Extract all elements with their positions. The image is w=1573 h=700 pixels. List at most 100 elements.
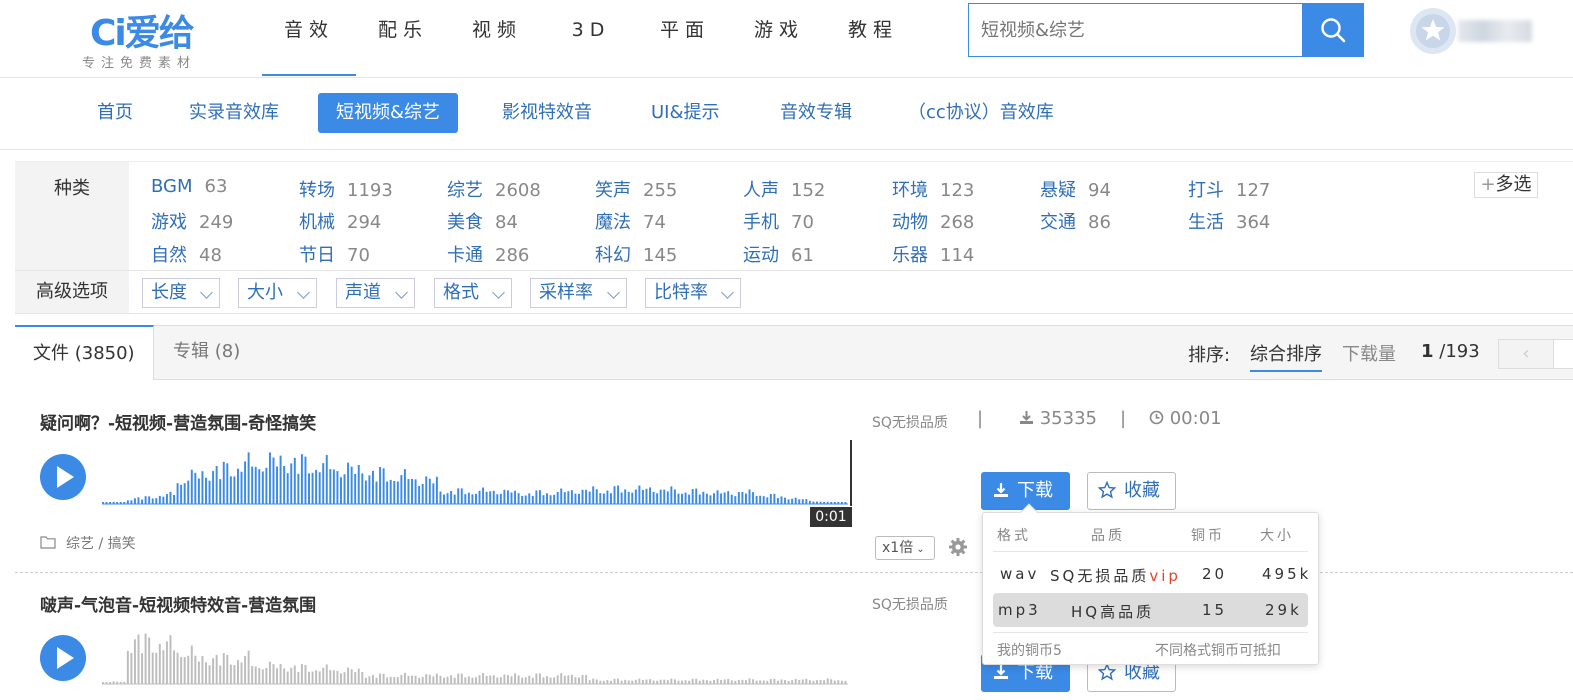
sub-nav-ui-alerts[interactable]: UI&提示 [651, 93, 720, 133]
category-scifi[interactable]: 科幻 145 [595, 241, 677, 267]
length-dropdown[interactable]: 长度 [142, 278, 220, 308]
waveform-bar [201, 656, 204, 684]
waveform-bar [364, 480, 367, 504]
size-dropdown[interactable]: 大小 [238, 278, 317, 308]
sort-comprehensive[interactable]: 综合排序 [1250, 340, 1322, 372]
category-traffic[interactable]: 交通 86 [1040, 208, 1111, 234]
waveform-bar [709, 495, 712, 504]
category-cartoon[interactable]: 卡通 286 [447, 241, 529, 267]
category-mechanical[interactable]: 机械 294 [299, 208, 381, 234]
waveform-bar [268, 452, 271, 504]
multi-select-button[interactable]: +多选 [1474, 172, 1538, 198]
format-option-wav[interactable]: wav SQ无损品质vip 20 495k [993, 557, 1308, 591]
play-button[interactable] [40, 454, 86, 500]
category-laughter[interactable]: 笑声 255 [595, 176, 677, 202]
category-ambience[interactable]: 环境 123 [892, 176, 974, 202]
option-format: mp3 [998, 601, 1041, 619]
category-magic[interactable]: 魔法 74 [595, 208, 666, 234]
tab-files[interactable]: 文件 (3850) [15, 325, 154, 380]
channel-dropdown[interactable]: 声道 [336, 278, 415, 308]
category-transition[interactable]: 转场 1193 [299, 176, 393, 202]
sound-title[interactable]: 啵声-气泡音-短视频特效音-营造氛围 [40, 591, 316, 616]
waveform-bar [499, 677, 502, 684]
category-holiday[interactable]: 节日 70 [299, 241, 370, 267]
waveform-bar [798, 499, 801, 504]
sort-downloads[interactable]: 下载量 [1342, 340, 1396, 370]
sample-rate-dropdown[interactable]: 采样率 [530, 278, 627, 308]
play-icon [57, 647, 74, 669]
sub-nav-home[interactable]: 首页 [97, 93, 133, 133]
sub-nav-field-recording[interactable]: 实录音效库 [189, 93, 279, 133]
site-logo[interactable]: Ci爱给 专注免费素材 [82, 4, 238, 71]
sub-nav-film-fx[interactable]: 影视特效音 [502, 93, 592, 133]
meta-separator: | [1120, 408, 1127, 429]
category-sports[interactable]: 运动 61 [743, 241, 814, 267]
pager-prev-button[interactable]: ‹ [1498, 339, 1554, 369]
category-phone[interactable]: 手机 70 [743, 208, 814, 234]
sound-title[interactable]: 疑问啊？-短视频-营造氛围-奇怪搞笑 [40, 409, 316, 434]
search-input[interactable] [968, 3, 1302, 57]
waveform-bar [425, 476, 428, 504]
category-food[interactable]: 美食 84 [447, 208, 518, 234]
waveform-bar [276, 466, 279, 504]
waveform-bar [613, 486, 616, 504]
waveform[interactable] [102, 440, 852, 508]
tab-albums[interactable]: 专辑 (8) [155, 325, 258, 380]
download-label: 下载 [1017, 480, 1053, 501]
waveform-bar [414, 675, 417, 684]
search-button[interactable] [1302, 3, 1364, 57]
user-avatar[interactable] [1410, 8, 1456, 54]
waveform-bar [435, 476, 438, 504]
waveform-bar [670, 486, 673, 504]
category-game[interactable]: 游戏 249 [151, 208, 233, 234]
category-instrument[interactable]: 乐器 114 [892, 241, 974, 267]
waveform-bar [361, 671, 364, 684]
waveform-bar [332, 469, 335, 504]
sub-nav-albums[interactable]: 音效专辑 [780, 93, 852, 133]
sound-tags-text[interactable]: 综艺 / 搞笑 [66, 536, 136, 552]
main-nav-sound-effects[interactable]: 音效 [262, 0, 356, 76]
play-button[interactable] [40, 635, 86, 681]
download-button[interactable]: 下载 [981, 472, 1070, 510]
waveform-bar [744, 680, 747, 684]
waveform[interactable] [102, 630, 852, 686]
category-voice[interactable]: 人声 152 [743, 176, 825, 202]
favorite-button[interactable]: 收藏 [1087, 472, 1176, 510]
waveform-bar [315, 670, 318, 684]
playback-speed-select[interactable]: x1倍 ⌄ [875, 536, 935, 560]
waveform-bar [425, 674, 428, 684]
main-nav-music[interactable]: 配乐 [356, 0, 450, 76]
category-variety[interactable]: 综艺 2608 [447, 176, 541, 202]
waveform-bar [673, 489, 676, 504]
settings-gear-icon[interactable] [948, 537, 968, 557]
waveform-bar [240, 471, 243, 504]
category-fight[interactable]: 打斗 127 [1188, 176, 1270, 202]
waveform-bar [684, 492, 687, 504]
category-animal[interactable]: 动物 268 [892, 208, 974, 234]
pager-next-button[interactable] [1553, 339, 1573, 369]
sub-nav-cc-library[interactable]: （cc协议）音效库 [908, 93, 1054, 133]
bitrate-dropdown[interactable]: 比特率 [645, 278, 741, 308]
waveform-bar [482, 673, 485, 684]
waveform-bar [631, 492, 634, 504]
waveform-bar [272, 664, 275, 684]
main-nav-video[interactable]: 视频 [450, 0, 544, 76]
format-dropdown[interactable]: 格式 [434, 278, 512, 308]
waveform-bar [521, 495, 524, 504]
category-life[interactable]: 生活 364 [1188, 208, 1270, 234]
format-label: 格式 [443, 282, 479, 303]
waveform-bar [503, 489, 506, 504]
category-suspense[interactable]: 悬疑 94 [1040, 176, 1111, 202]
sub-nav-short-video[interactable]: 短视频&综艺 [318, 93, 459, 133]
format-option-mp3[interactable]: mp3 HQ高品质 15 29k [993, 593, 1308, 627]
main-nav-3d[interactable]: 3D [544, 0, 638, 76]
category-nature[interactable]: 自然 48 [151, 241, 222, 267]
waveform-bar [727, 678, 730, 684]
waveform-bar [308, 671, 310, 684]
category-bgm[interactable]: BGM 63 [151, 176, 227, 197]
waveform-bar [720, 493, 723, 504]
main-nav-tutorial[interactable]: 教程 [826, 0, 920, 76]
main-nav-graphic[interactable]: 平面 [638, 0, 732, 76]
waveform-bar [194, 472, 197, 504]
main-nav-games[interactable]: 游戏 [732, 0, 826, 76]
